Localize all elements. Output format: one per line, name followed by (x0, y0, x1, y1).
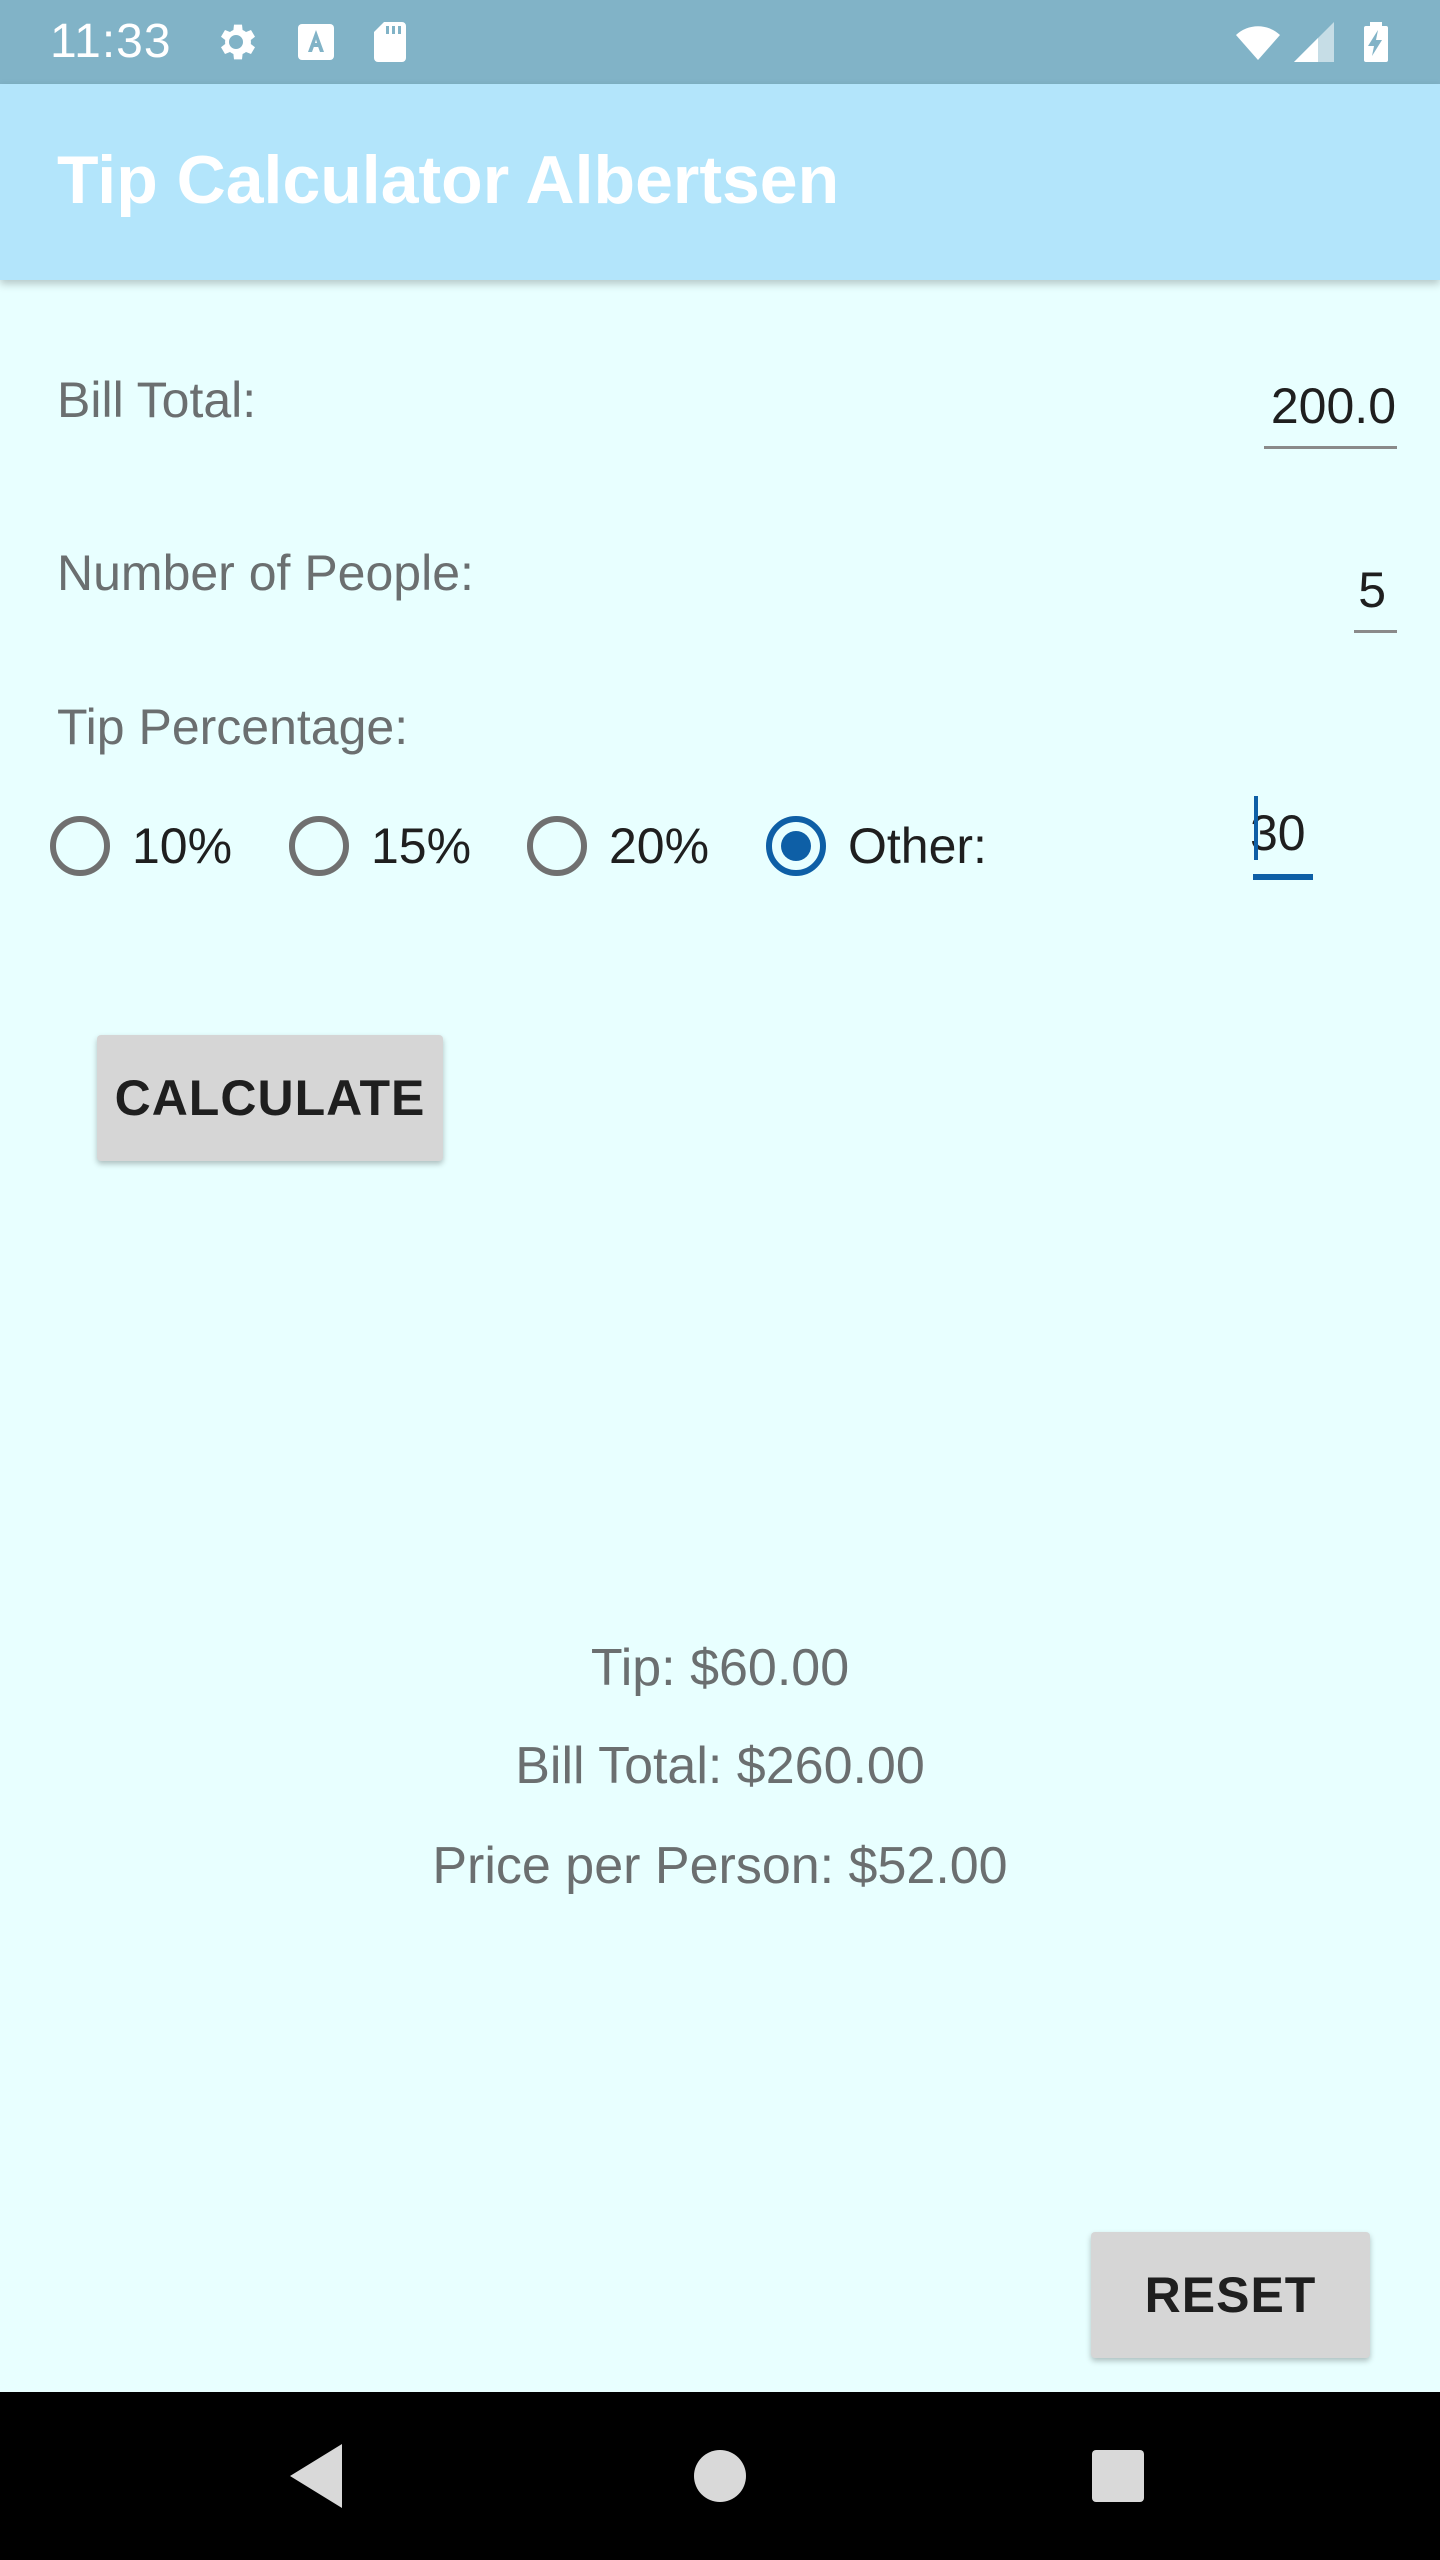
radio-button-icon (527, 816, 587, 876)
radio-other[interactable]: Other: (766, 810, 987, 882)
radio-label: 10% (132, 818, 233, 874)
home-icon[interactable] (680, 2436, 760, 2516)
other-percentage-input[interactable]: 30 (1250, 803, 1315, 863)
bill-total-result: Bill Total: $260.00 (515, 1737, 925, 1795)
status-bar: 11:33 (0, 0, 1440, 84)
status-time: 11:33 (50, 15, 172, 68)
bill-total-label: Bill Total: (57, 372, 257, 428)
radio-20-percent[interactable]: 20% (527, 810, 709, 882)
back-icon[interactable] (278, 2436, 358, 2516)
sd-card-icon (366, 18, 414, 66)
radio-label: 20% (609, 818, 710, 874)
radio-button-icon (289, 816, 349, 876)
price-per-person-result: Price per Person: $52.00 (432, 1837, 1008, 1895)
bill-total-input[interactable]: 200.0 (1200, 376, 1396, 436)
people-underline (1354, 630, 1397, 633)
reset-button[interactable]: RESET (1091, 2232, 1370, 2358)
people-input[interactable]: 5 (1330, 560, 1386, 620)
other-percentage-underline (1253, 874, 1313, 880)
navigation-bar (0, 2392, 1440, 2560)
cell-signal-icon (1290, 18, 1338, 66)
people-label: Number of People: (57, 545, 474, 601)
app-bar: Tip Calculator Albertsen (0, 84, 1440, 280)
radio-button-checked-icon (766, 816, 826, 876)
gear-icon (212, 18, 260, 66)
radio-10-percent[interactable]: 10% (50, 810, 232, 882)
wifi-icon (1230, 18, 1286, 66)
app-title: Tip Calculator Albertsen (57, 142, 840, 218)
radio-button-icon (50, 816, 110, 876)
text-cursor (1254, 796, 1258, 860)
tip-percentage-label: Tip Percentage: (57, 699, 409, 755)
battery-charging-icon (1352, 18, 1400, 66)
text-a-icon (292, 18, 340, 66)
radio-15-percent[interactable]: 15% (289, 810, 471, 882)
tip-result: Tip: $60.00 (590, 1639, 850, 1697)
radio-label: Other: (848, 818, 987, 874)
bill-total-underline (1264, 446, 1397, 449)
recents-icon[interactable] (1078, 2436, 1158, 2516)
calculate-button[interactable]: CALCULATE (97, 1035, 443, 1161)
radio-label: 15% (371, 818, 472, 874)
